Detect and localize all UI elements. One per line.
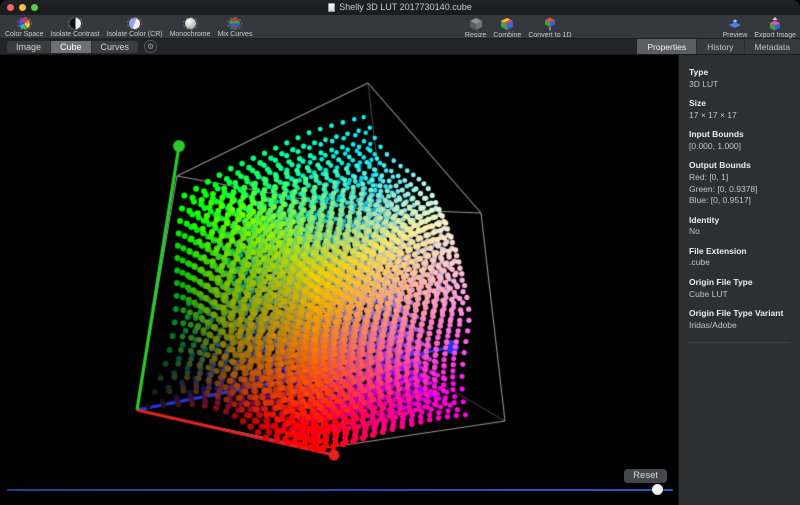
isolate-contrast-button[interactable]: Isolate Contrast — [51, 16, 100, 38]
tab-strip: Image Cube Curves ⚙ Properties History M… — [0, 39, 800, 55]
toolbar-group-center: Resize Combine Convert to 1D — [465, 16, 572, 39]
combine-icon — [499, 17, 515, 31]
isolate-color-button[interactable]: Isolate Color (CR) — [107, 16, 163, 38]
isolate-contrast-icon — [67, 17, 83, 30]
app-window: Shelly 3D LUT 2017730140.cube Color Spac… — [0, 0, 800, 505]
resize-icon — [468, 17, 484, 31]
property-label: Input Bounds — [689, 129, 744, 140]
inspector-tabs: Properties History Metadata — [637, 39, 800, 54]
preview-icon — [727, 17, 743, 31]
convert-to-1d-icon — [542, 17, 558, 31]
monochrome-icon — [182, 17, 198, 30]
window-title: Shelly 3D LUT 2017730140.cube — [0, 0, 800, 15]
slider-track[interactable] — [7, 489, 673, 491]
property-label: Origin File Type — [689, 276, 753, 287]
lut-cube-3d-view[interactable] — [0, 55, 678, 504]
resize-button[interactable]: Resize — [465, 16, 486, 39]
convert-to-1d-button[interactable]: Convert to 1D — [528, 16, 572, 39]
property-label: File Extension — [689, 245, 747, 256]
divider — [689, 342, 790, 344]
color-space-icon — [16, 17, 32, 30]
slider-knob[interactable] — [652, 484, 663, 495]
export-image-icon — [767, 17, 783, 31]
property-value: 17 × 17 × 17 — [689, 109, 737, 120]
combine-button[interactable]: Combine — [493, 16, 521, 39]
reset-button[interactable]: Reset — [624, 468, 667, 483]
property-value: .cube — [689, 257, 710, 268]
property-value: 3D LUT — [689, 78, 719, 89]
monochrome-button[interactable]: Monochrome — [170, 16, 210, 38]
gear-icon[interactable]: ⚙ — [144, 40, 158, 53]
tab-metadata[interactable]: Metadata — [745, 39, 800, 54]
property-value: Iridas/Adobe — [689, 319, 737, 330]
mix-curves-button[interactable]: Mix Curves — [217, 16, 252, 38]
property-label: Origin File Type Variant — [689, 308, 784, 319]
property-label: Identity — [689, 214, 720, 225]
property-label: Size — [689, 98, 707, 109]
property-value: No — [689, 226, 700, 237]
toolbar-group-right: Preview Export Image — [722, 16, 796, 39]
toolbar: Color Space Isolate Contrast Isolate Col… — [0, 15, 800, 39]
properties-panel: Type 3D LUT Size 17 × 17 × 17 Input Boun… — [678, 55, 800, 505]
tab-cube[interactable]: Cube — [51, 40, 92, 53]
tab-image[interactable]: Image — [7, 40, 52, 53]
property-value: Red: [0, 1] Green: [0, 0.9378] Blue: [0,… — [689, 172, 758, 206]
preview-button[interactable]: Preview — [722, 16, 747, 39]
color-space-button[interactable]: Color Space — [5, 16, 44, 38]
property-value: [0.000, 1.000] — [689, 141, 741, 151]
mix-curves-icon — [227, 17, 243, 30]
tab-history[interactable]: History — [697, 39, 745, 54]
toolbar-group-left: Color Space Isolate Contrast Isolate Col… — [5, 16, 252, 38]
tab-properties[interactable]: Properties — [637, 39, 698, 54]
document-icon — [328, 2, 336, 12]
view-mode-tabs: Image Cube Curves — [7, 40, 139, 53]
rotation-slider[interactable] — [7, 484, 673, 496]
tab-curves[interactable]: Curves — [92, 41, 139, 53]
isolate-color-icon — [127, 17, 143, 30]
property-value: Cube LUT — [689, 288, 728, 299]
property-label: Type — [689, 67, 709, 77]
export-image-button[interactable]: Export Image — [754, 16, 796, 39]
cube-viewport: Reset — [0, 55, 678, 505]
title-bar: Shelly 3D LUT 2017730140.cube — [0, 0, 800, 15]
property-label: Output Bounds — [689, 160, 751, 171]
